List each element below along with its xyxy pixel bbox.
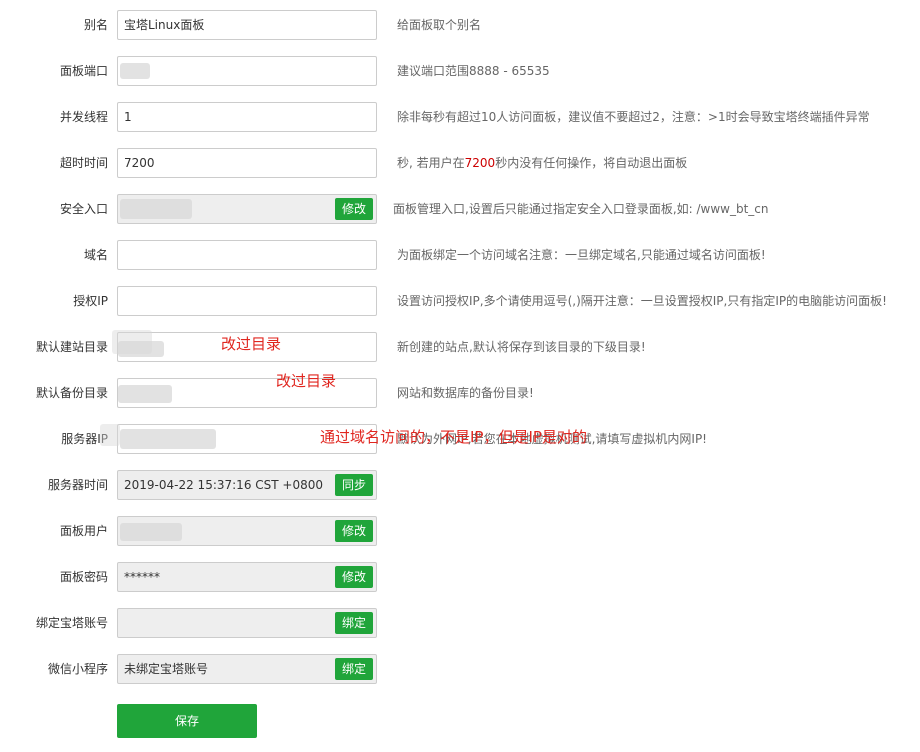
panel-user-label: 面板用户 [59,524,108,538]
entry-edit-button[interactable]: 修改 [334,198,373,220]
row-threads: 并发线程 1 除非每秒有超过10人访问面板，建议值不要超过2，注意：>1时会导致… [0,102,920,132]
panel-pass-label: 面板密码 [59,570,108,584]
entry-label: 安全入口 [59,202,108,216]
site-dir-desc: 新创建的站点,默认将保存到该目录的下级目录! [397,340,646,354]
row-panel-user: 面板用户 修改 [0,516,920,546]
threads-label: 并发线程 [59,110,108,124]
port-input[interactable] [117,56,377,86]
wechat-value: 未绑定宝塔账号 [124,662,209,676]
bt-account-label: 绑定宝塔账号 [35,616,108,630]
timeout-desc-pre: 秒, 若用户在 [397,156,465,170]
redacted-blur [112,330,152,354]
timeout-desc-post: 秒内没有任何操作，将自动退出面板 [495,156,688,170]
panel-pass-edit-button[interactable]: 修改 [334,566,373,588]
bind-account-button[interactable]: 绑定 [334,612,373,634]
row-domain: 域名 为面板绑定一个访问域名注意：一旦绑定域名,只能通过域名访问面板! [0,240,920,270]
redacted-blur [120,63,150,79]
backup-dir-label: 默认备份目录 [35,386,108,400]
redacted-blur [120,429,216,449]
timeout-label: 超时时间 [59,156,108,170]
backup-dir-desc: 网站和数据库的备份目录! [397,386,534,400]
row-backup-dir: 默认备份目录 网站和数据库的备份目录! [0,378,920,408]
auth-ip-desc: 设置访问授权IP,多个请使用逗号(,)隔开注意：一旦设置授权IP,只有指定IP的… [397,294,887,308]
entry-desc: 面板管理入口,设置后只能通过指定安全入口登录面板,如: /www_bt_cn [393,202,769,216]
save-button[interactable]: 保存 [117,704,257,738]
redacted-blur [100,424,120,446]
timeout-desc-highlight: 7200 [464,156,496,170]
row-timeout: 超时时间 7200 秒, 若用户在7200秒内没有任何操作，将自动退出面板 [0,148,920,178]
row-auth-ip: 授权IP 设置访问授权IP,多个请使用逗号(,)隔开注意：一旦设置授权IP,只有… [0,286,920,316]
redacted-blur [120,523,182,541]
alias-label: 别名 [83,18,108,32]
redacted-blur [118,385,172,403]
entry-input: 修改 [117,194,377,224]
site-dir-label: 默认建站目录 [35,340,108,354]
redacted-blur [120,199,192,219]
annotation-note-1: 改过目录 [221,335,282,353]
row-panel-pass: 面板密码 ****** 修改 [0,562,920,592]
server-time-label: 服务器时间 [47,478,108,492]
alias-desc: 给面板取个别名 [397,18,482,32]
domain-label: 域名 [83,248,108,262]
wechat-label: 微信小程序 [47,662,108,676]
panel-user-edit-button[interactable]: 修改 [334,520,373,542]
panel-pass-input: ****** 修改 [117,562,377,592]
sync-time-button[interactable]: 同步 [334,474,373,496]
annotation-note-3: 通过域名访问的，不是IP，但是IP是对的 [320,428,587,446]
domain-input[interactable] [117,240,377,270]
threads-desc: 除非每秒有超过10人访问面板，建议值不要超过2，注意：>1时会导致宝塔终端插件异… [397,110,870,124]
row-port: 面板端口 建议端口范围8888 - 65535 [0,56,920,86]
domain-desc: 为面板绑定一个访问域名注意：一旦绑定域名,只能通过域名访问面板! [397,248,766,262]
timeout-input[interactable]: 7200 [117,148,377,178]
bt-account-input: 绑定 [117,608,377,638]
timeout-desc: 秒, 若用户在7200秒内没有任何操作，将自动退出面板 [397,148,687,178]
port-desc: 建议端口范围8888 - 65535 [397,64,550,78]
row-entry: 安全入口 修改 面板管理入口,设置后只能通过指定安全入口登录面板,如: /www… [0,194,920,224]
auth-ip-input[interactable] [117,286,377,316]
row-bt-account: 绑定宝塔账号 绑定 [0,608,920,638]
annotation-note-2: 改过目录 [276,372,337,390]
server-time-input: 2019-04-22 15:37:16 CST +0800 同步 [117,470,377,500]
auth-ip-label: 授权IP [73,294,108,308]
panel-pass-value: ****** [124,570,160,584]
alias-input[interactable]: 宝塔Linux面板 [117,10,377,40]
bind-wechat-button[interactable]: 绑定 [334,658,373,680]
row-server-time: 服务器时间 2019-04-22 15:37:16 CST +0800 同步 [0,470,920,500]
wechat-input: 未绑定宝塔账号 绑定 [117,654,377,684]
backup-dir-input[interactable] [117,378,377,408]
panel-user-input: 修改 [117,516,377,546]
row-wechat: 微信小程序 未绑定宝塔账号 绑定 [0,654,920,684]
port-label: 面板端口 [59,64,108,78]
server-time-value: 2019-04-22 15:37:16 CST +0800 [124,478,323,492]
threads-input[interactable]: 1 [117,102,377,132]
row-alias: 别名 宝塔Linux面板 给面板取个别名 [0,10,920,40]
